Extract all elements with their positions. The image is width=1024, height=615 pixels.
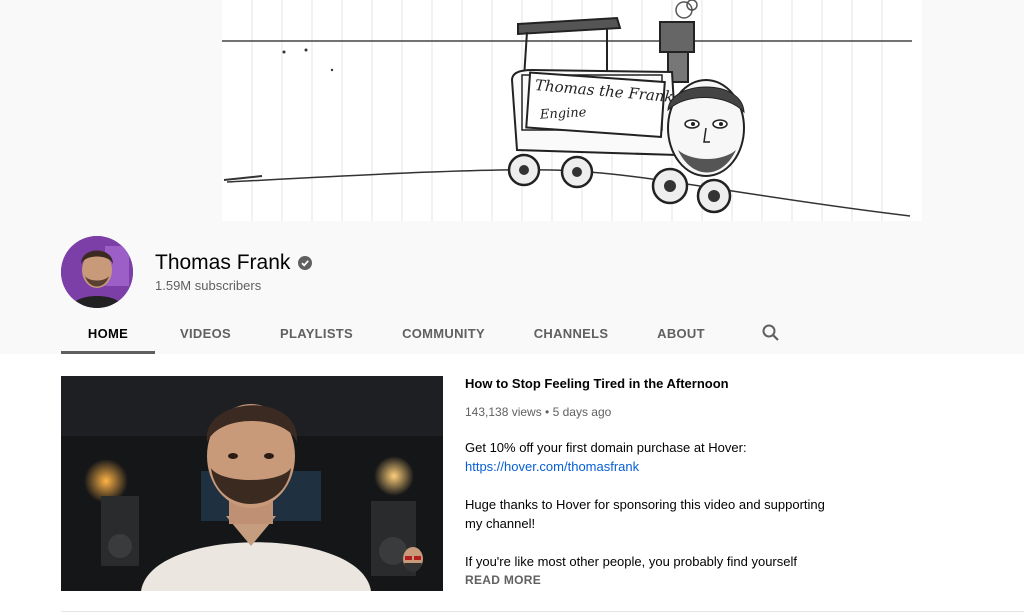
banner-art-text-2: Engine bbox=[539, 105, 587, 122]
channel-name-row: Thomas Frank bbox=[155, 251, 313, 275]
banner-artwork: Thomas the Frank Engine bbox=[222, 0, 922, 221]
read-more-button[interactable]: READ MORE bbox=[465, 573, 541, 587]
featured-video-thumbnail[interactable] bbox=[61, 376, 443, 591]
search-icon[interactable] bbox=[761, 323, 781, 343]
desc-para-3: If you're like most other people, you pr… bbox=[465, 554, 797, 569]
featured-video-meta: 143,138 views • 5 days ago bbox=[465, 405, 612, 419]
channel-banner: Thomas the Frank Engine bbox=[0, 0, 1024, 221]
subscriber-count: 1.59M subscribers bbox=[155, 278, 262, 293]
tab-videos[interactable]: VIDEOS bbox=[155, 312, 256, 354]
channel-avatar[interactable] bbox=[61, 236, 133, 308]
desc-link[interactable]: https://hover.com/thomasfrank bbox=[465, 459, 639, 474]
desc-line-1: Get 10% off your first domain purchase a… bbox=[465, 440, 747, 455]
tab-community[interactable]: COMMUNITY bbox=[377, 312, 510, 354]
thumbnail-face-badge-icon bbox=[400, 545, 426, 580]
featured-video-title[interactable]: How to Stop Feeling Tired in the Afterno… bbox=[465, 376, 729, 391]
tab-playlists[interactable]: PLAYLISTS bbox=[256, 312, 377, 354]
tab-channels[interactable]: CHANNELS bbox=[510, 312, 632, 354]
verified-check-icon bbox=[298, 256, 313, 270]
tab-home[interactable]: HOME bbox=[61, 312, 155, 354]
section-divider bbox=[61, 611, 1024, 612]
channel-tabs: HOME VIDEOS PLAYLISTS COMMUNITY CHANNELS… bbox=[61, 312, 730, 354]
featured-video-description: Get 10% off your first domain purchase a… bbox=[465, 438, 825, 590]
desc-para-2: Huge thanks to Hover for sponsoring this… bbox=[465, 497, 825, 531]
tab-about[interactable]: ABOUT bbox=[632, 312, 730, 354]
channel-name[interactable]: Thomas Frank bbox=[155, 251, 290, 275]
